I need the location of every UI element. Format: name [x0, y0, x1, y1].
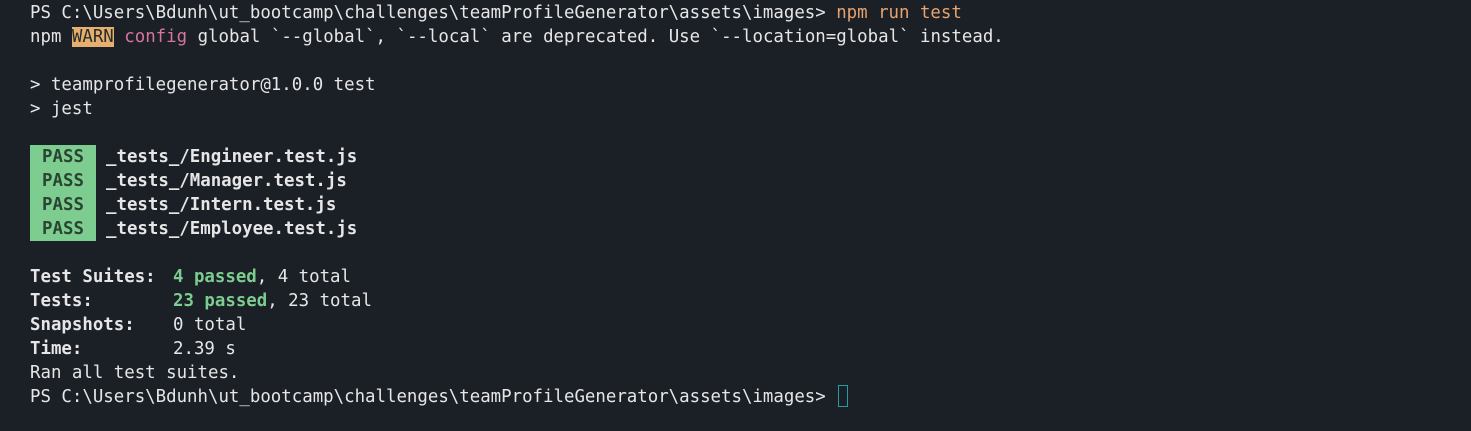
script-header-line: > teamprofilegenerator@1.0.0 test [30, 75, 376, 95]
summary-tests-line: Tests: 23 passed, 23 total [30, 289, 1471, 313]
command-text: npm run test [836, 3, 962, 23]
text-cursor[interactable] [838, 385, 849, 407]
summary-suites-passed: 4 passed [173, 267, 257, 287]
summary-tests-label: Tests: [30, 291, 93, 311]
warn-message: global `--global`, `--local` are depreca… [187, 27, 1004, 47]
pass-badge: PASS [30, 169, 96, 193]
summary-tests-passed: 23 passed [173, 291, 268, 311]
pass-badge: PASS [30, 193, 96, 217]
summary-suites-label: Test Suites: [30, 267, 156, 287]
test-file: _tests_/Engineer.test.js [106, 147, 358, 167]
summary-tests-total: , 23 total [267, 291, 372, 311]
warning-line: npm WARN config global `--global`, `--lo… [30, 25, 1471, 49]
summary-snapshots-value: 0 total [173, 315, 247, 335]
prompt: PS C:\Users\Bdunh\ut_bootcamp\challenges… [30, 3, 837, 23]
summary-time-line: Time: 2.39 s [30, 337, 1471, 361]
summary-suites-line: Test Suites: 4 passed, 4 total [30, 265, 1471, 289]
warn-prefix: npm [30, 27, 72, 47]
summary-time-value: 2.39 s [173, 339, 236, 359]
prompt: PS C:\Users\Bdunh\ut_bootcamp\challenges… [30, 387, 837, 407]
test-result-row: PASS _tests_/Engineer.test.js [30, 145, 1471, 169]
ran-all-line: Ran all test suites. [30, 363, 240, 383]
pass-badge: PASS [30, 145, 96, 169]
test-file: _tests_/Manager.test.js [106, 171, 347, 191]
terminal-window[interactable]: PS C:\Users\Bdunh\ut_bootcamp\challenges… [0, 0, 1471, 431]
test-file: _tests_/Intern.test.js [106, 195, 337, 215]
summary-time-label: Time: [30, 339, 83, 359]
prompt-line[interactable]: PS C:\Users\Bdunh\ut_bootcamp\challenges… [30, 385, 1471, 409]
test-result-row: PASS _tests_/Employee.test.js [30, 217, 1471, 241]
script-command-line: > jest [30, 99, 93, 119]
pass-badge: PASS [30, 217, 96, 241]
command-line: PS C:\Users\Bdunh\ut_bootcamp\challenges… [30, 1, 1471, 25]
summary-snapshots-label: Snapshots: [30, 315, 135, 335]
summary-suites-total: , 4 total [256, 267, 351, 287]
summary-snapshots-line: Snapshots: 0 total [30, 313, 1471, 337]
test-result-row: PASS _tests_/Intern.test.js [30, 193, 1471, 217]
test-result-row: PASS _tests_/Manager.test.js [30, 169, 1471, 193]
test-file: _tests_/Employee.test.js [106, 219, 358, 239]
warn-category: config [124, 27, 188, 47]
warn-badge: WARN [71, 27, 114, 47]
